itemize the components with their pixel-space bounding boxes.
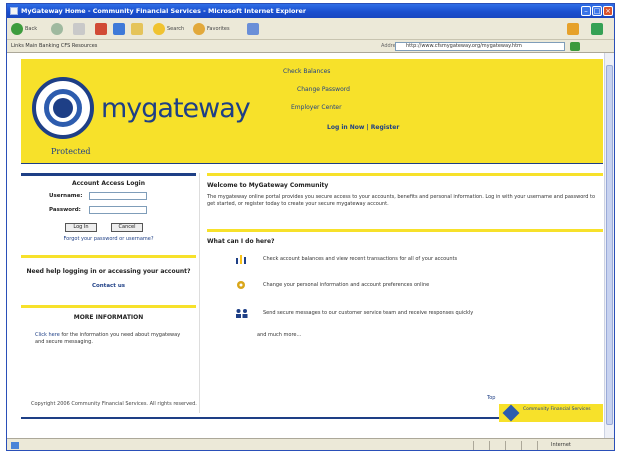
- welcome-heading: Welcome to MyGateway Community: [207, 182, 329, 189]
- search-label[interactable]: Search: [167, 26, 184, 32]
- banner-links: Check Balances Change Password Employer …: [283, 68, 483, 158]
- browser-toolbar: Back Search Favorites: [7, 18, 614, 40]
- history-icon[interactable]: [193, 23, 205, 35]
- close-button[interactable]: ×: [603, 6, 613, 16]
- cancel-button[interactable]: Cancel: [111, 223, 143, 232]
- status-divider: [521, 441, 522, 450]
- gear-icon: [237, 281, 245, 289]
- logo-wordmark[interactable]: mygateway: [101, 93, 251, 124]
- go-button[interactable]: [570, 42, 580, 51]
- cfs-badge-text: Community Financial Services: [523, 407, 591, 412]
- msn-icon[interactable]: [567, 23, 579, 35]
- page-status-icon: [11, 442, 19, 449]
- page-viewport: mygateway Protected Check Balances Chang…: [7, 53, 604, 438]
- feature-text: Change your personal information and acc…: [263, 282, 430, 288]
- home-icon[interactable]: [131, 23, 143, 35]
- banner-link-login-register[interactable]: Log in Now | Register: [327, 124, 399, 131]
- cfs-logo-icon: [502, 404, 520, 422]
- ie-icon: [10, 7, 18, 15]
- links-bar[interactable]: Links Main Banking CFS Resources: [11, 43, 97, 49]
- xp-flag-icon: [591, 23, 603, 35]
- status-bar: Internet: [7, 438, 614, 450]
- vertical-scrollbar[interactable]: [604, 53, 614, 438]
- address-bar: Links Main Banking CFS Resources Address…: [7, 40, 614, 53]
- stop-icon[interactable]: [95, 23, 107, 35]
- status-divider: [489, 441, 490, 450]
- feature-item: Change your personal information and acc…: [235, 280, 595, 294]
- minimize-button[interactable]: –: [581, 6, 591, 16]
- username-label: Username:: [49, 193, 83, 199]
- status-divider: [537, 441, 538, 450]
- forward-arrow-icon[interactable]: [51, 23, 63, 35]
- more-info-heading: MORE INFORMATION: [73, 314, 144, 321]
- banner-rule: [21, 163, 603, 164]
- web-page: mygateway Protected Check Balances Chang…: [21, 59, 603, 434]
- browser-window: MyGateway Home - Community Financial Ser…: [6, 3, 615, 451]
- cfs-badge[interactable]: Community Financial Services: [499, 404, 603, 422]
- welcome-section: Welcome to MyGateway Community The mygat…: [207, 173, 603, 225]
- maximize-button[interactable]: □: [592, 6, 602, 16]
- page-icon[interactable]: [73, 23, 85, 35]
- features-heading: What can I do here?: [207, 238, 275, 245]
- features-more: and much more...: [257, 332, 302, 338]
- welcome-paragraph: The mygateway online portal provides you…: [207, 194, 596, 207]
- mail-icon[interactable]: [247, 23, 259, 35]
- banner-link-change-password[interactable]: Change Password: [297, 86, 350, 93]
- title-bar: MyGateway Home - Community Financial Ser…: [7, 4, 614, 18]
- gateway-logo-icon[interactable]: [32, 77, 94, 139]
- login-box: Account Access Login Username: Password:…: [21, 173, 196, 243]
- column-divider: [199, 173, 200, 413]
- password-label: Password:: [49, 207, 81, 213]
- help-question: Need help logging in or accessing your a…: [26, 268, 191, 275]
- more-info-box: MORE INFORMATION Click here for the info…: [21, 305, 196, 367]
- feature-text: Check account balances and view recent t…: [263, 256, 458, 262]
- favorites-label[interactable]: Favorites: [207, 26, 230, 32]
- more-info-text: Click here for the information you need …: [35, 332, 185, 346]
- login-button[interactable]: Log In: [65, 223, 97, 232]
- window-title: MyGateway Home - Community Financial Ser…: [21, 7, 307, 15]
- back-button-label[interactable]: Back: [25, 26, 37, 32]
- refresh-icon[interactable]: [113, 23, 125, 35]
- favorites-star-icon[interactable]: [153, 23, 165, 35]
- scrollbar-thumb[interactable]: [606, 65, 613, 425]
- banner-link-check-balances[interactable]: Check Balances: [283, 68, 330, 75]
- forgot-password-link[interactable]: Forgot your password or username?: [21, 236, 196, 242]
- status-divider: [505, 441, 506, 450]
- password-input[interactable]: [89, 206, 147, 214]
- copyright-text: Copyright 2006 Community Financial Servi…: [31, 401, 197, 407]
- feature-item: Check account balances and view recent t…: [235, 254, 595, 268]
- features-section: What can I do here? Check account balanc…: [207, 229, 603, 409]
- top-link[interactable]: Top: [487, 395, 495, 401]
- username-input[interactable]: [89, 192, 147, 200]
- feature-item: Send secure messages to our customer ser…: [235, 308, 595, 322]
- logo-tagline: Protected: [51, 147, 91, 156]
- feature-text: Send secure messages to our customer ser…: [263, 310, 474, 316]
- internet-zone: Internet: [551, 442, 571, 448]
- login-heading: Account Access Login: [71, 180, 145, 187]
- site-banner: mygateway Protected Check Balances Chang…: [21, 59, 603, 163]
- address-input[interactable]: http://www.cfsmygateway.org/mygateway.ht…: [395, 42, 565, 51]
- back-arrow-icon[interactable]: [11, 23, 23, 35]
- people-icon: [236, 309, 248, 318]
- help-box: Need help logging in or accessing your a…: [21, 255, 196, 295]
- status-divider: [473, 441, 474, 450]
- click-here-link[interactable]: Click here: [35, 332, 60, 338]
- banner-link-employer-center[interactable]: Employer Center: [291, 104, 342, 111]
- contact-us-link[interactable]: Contact us: [21, 283, 196, 289]
- chart-icon: [236, 255, 246, 264]
